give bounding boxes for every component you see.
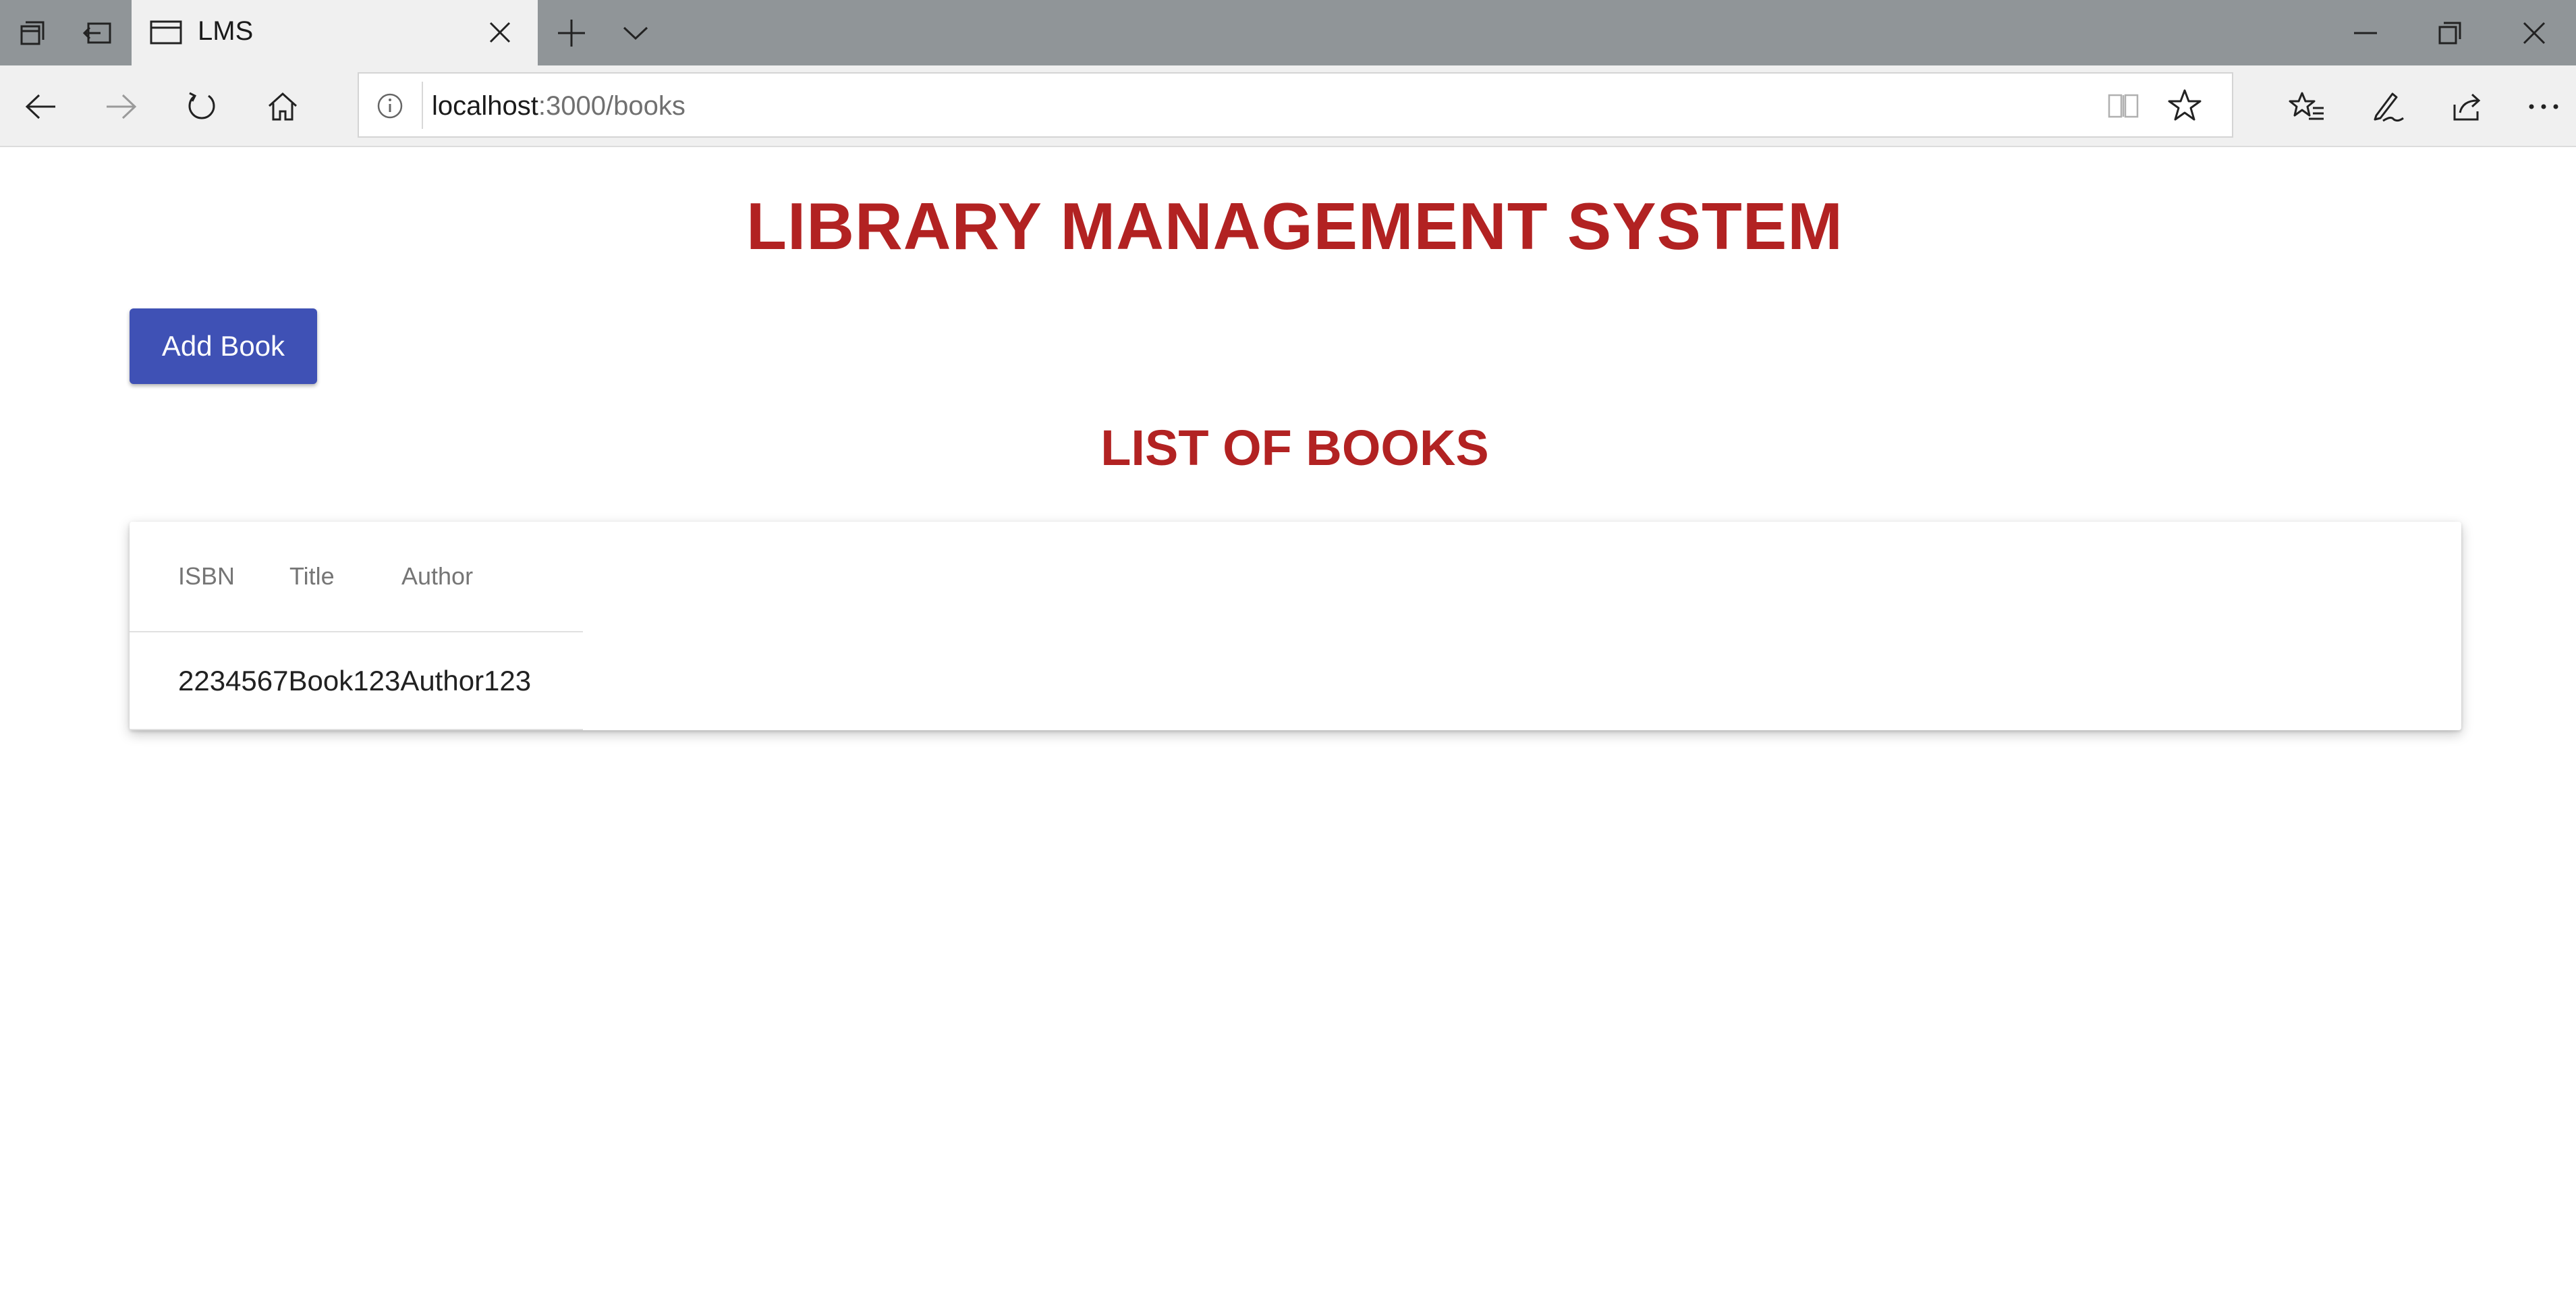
restore-button[interactable]	[2407, 0, 2492, 65]
set-aside-tabs-button[interactable]	[64, 0, 132, 65]
address-separator	[422, 82, 423, 129]
favorites-list-icon	[2289, 92, 2324, 119]
more-button[interactable]	[2511, 65, 2576, 147]
browser-titlebar: LMS	[0, 0, 2576, 65]
forward-icon	[107, 94, 137, 119]
tab-manager-button[interactable]	[0, 0, 64, 65]
table-row-text: 2234567Book123Author123	[178, 665, 532, 697]
tab-manager-icon	[20, 21, 44, 45]
share-button[interactable]	[2430, 65, 2504, 147]
home-button[interactable]	[246, 65, 320, 147]
new-tab-icon	[558, 19, 585, 47]
url-host: localhost	[432, 91, 538, 121]
refresh-icon	[188, 92, 215, 119]
close-icon[interactable]	[486, 19, 513, 46]
more-icon	[2529, 104, 2558, 109]
minimize-button[interactable]	[2324, 0, 2407, 65]
home-icon	[268, 92, 298, 120]
tab-list-icon	[623, 26, 648, 40]
window-close-icon	[2523, 22, 2546, 44]
header-author: Author	[401, 562, 474, 590]
address-bar[interactable]: localhost:3000/books	[358, 72, 2233, 138]
refresh-button[interactable]	[165, 65, 239, 147]
tab-lms[interactable]: LMS	[132, 0, 538, 65]
list-title: LIST OF BOOKS	[1100, 420, 1489, 476]
table-row: 2234567Book123Author123	[130, 634, 583, 730]
table-header: ISBN Title Author	[130, 522, 583, 632]
favorites-button[interactable]	[2270, 65, 2344, 147]
share-icon	[2453, 93, 2481, 120]
window-close-button[interactable]	[2492, 0, 2576, 65]
restore-icon	[2438, 22, 2461, 44]
back-button[interactable]	[4, 65, 78, 147]
reading-view-icon[interactable]	[2106, 91, 2140, 121]
notes-button[interactable]	[2351, 65, 2425, 147]
forward-button[interactable]	[84, 65, 158, 147]
tab-list-button[interactable]	[605, 0, 666, 65]
back-icon	[25, 94, 55, 119]
browser-navbar: localhost:3000/books	[0, 65, 2576, 147]
page-title: LIBRARY MANAGEMENT SYSTEM	[746, 189, 1843, 263]
tab-title: LMS	[198, 16, 254, 46]
books-table-card: ISBN Title Author 2234567Book123Author12…	[130, 522, 2461, 730]
minimize-icon	[2354, 32, 2377, 34]
set-aside-tabs-icon	[82, 22, 111, 43]
page-content: LIBRARY MANAGEMENT SYSTEM Add Book LIST …	[0, 148, 2576, 1310]
add-book-button[interactable]: Add Book	[130, 308, 317, 384]
header-isbn: ISBN	[178, 562, 235, 590]
url-text[interactable]: localhost:3000/books	[432, 91, 685, 121]
url-path: :3000/books	[538, 91, 685, 121]
new-tab-button[interactable]	[538, 0, 605, 65]
page-icon	[150, 20, 182, 45]
notes-pen-icon	[2374, 92, 2404, 121]
info-icon[interactable]	[375, 91, 405, 121]
header-title: Title	[289, 562, 335, 590]
favorite-star-icon[interactable]	[2167, 88, 2202, 122]
